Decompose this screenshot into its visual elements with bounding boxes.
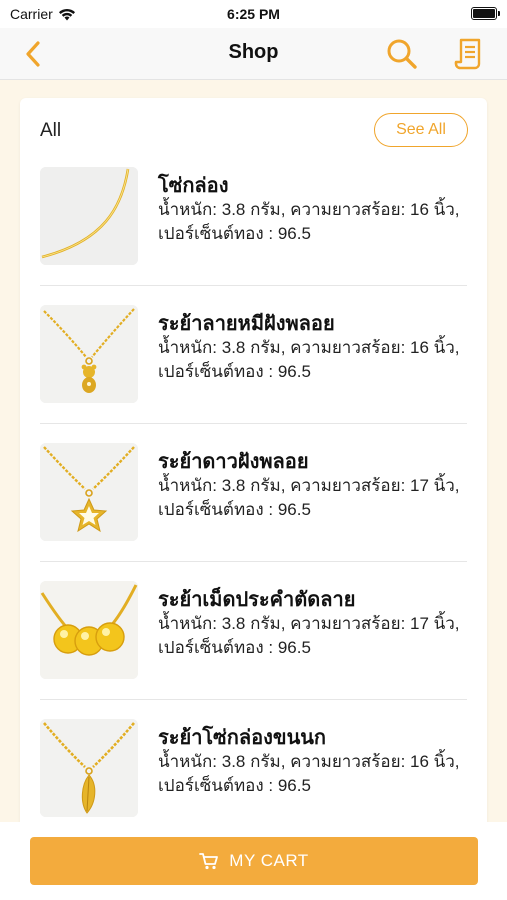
product-image	[40, 305, 138, 403]
product-details: น้ำหนัก: 3.8 กรัม, ความยาวสร้อย: 16 นิ้ว…	[158, 750, 460, 798]
my-cart-button[interactable]: MY CART	[30, 837, 478, 885]
product-gold-percent: เปอร์เซ็นต์ทอง : 96.5	[158, 638, 311, 657]
product-weight-length: น้ำหนัก: 3.8 กรัม, ความยาวสร้อย: 16 นิ้ว…	[158, 200, 460, 219]
battery-icon	[471, 7, 500, 20]
clock: 6:25 PM	[227, 6, 280, 22]
product-weight-length: น้ำหนัก: 3.8 กรัม, ความยาวสร้อย: 17 นิ้ว…	[158, 476, 460, 495]
divider	[40, 699, 467, 700]
product-details: น้ำหนัก: 3.8 กรัม, ความยาวสร้อย: 16 นิ้ว…	[158, 336, 460, 384]
product-image	[40, 719, 138, 817]
search-icon[interactable]	[384, 36, 420, 72]
receipt-icon[interactable]	[452, 36, 488, 72]
product-weight-length: น้ำหนัก: 3.8 กรัม, ความยาวสร้อย: 17 นิ้ว…	[158, 614, 460, 633]
divider	[40, 285, 467, 286]
product-name: ระย้าดาวฝังพลอย	[158, 451, 309, 473]
divider	[40, 423, 467, 424]
product-details: น้ำหนัก: 3.8 กรัม, ความยาวสร้อย: 17 นิ้ว…	[158, 612, 460, 660]
product-item[interactable]: ระย้าลายหมีฝังพลอย น้ำหนัก: 3.8 กรัม, คว…	[40, 305, 467, 443]
product-weight-length: น้ำหนัก: 3.8 กรัม, ความยาวสร้อย: 16 นิ้ว…	[158, 338, 460, 357]
product-name: โซ่กล่อง	[158, 175, 229, 197]
status-bar: Carrier 6:25 PM	[0, 0, 507, 28]
cart-bar: MY CART	[0, 822, 507, 900]
product-gold-percent: เปอร์เซ็นต์ทอง : 96.5	[158, 362, 311, 381]
section-title: All	[40, 120, 62, 141]
product-item[interactable]: ระย้าดาวฝังพลอย น้ำหนัก: 3.8 กรัม, ความย…	[40, 443, 467, 581]
product-item[interactable]: ระย้าเม็ดประคำตัดลาย น้ำหนัก: 3.8 กรัม, …	[40, 581, 467, 719]
divider	[40, 561, 467, 562]
product-image	[40, 443, 138, 541]
navigation-bar: Shop	[0, 28, 507, 80]
product-list-card: All See All โซ่กล่อง น้ำหนัก: 3.8 กรัม, …	[20, 98, 487, 838]
page-title: Shop	[228, 41, 279, 63]
product-gold-percent: เปอร์เซ็นต์ทอง : 96.5	[158, 224, 311, 243]
product-name: ระย้าลายหมีฝังพลอย	[158, 313, 335, 335]
product-gold-percent: เปอร์เซ็นต์ทอง : 96.5	[158, 776, 311, 795]
product-details: น้ำหนัก: 3.8 กรัม, ความยาวสร้อย: 17 นิ้ว…	[158, 474, 460, 522]
product-weight-length: น้ำหนัก: 3.8 กรัม, ความยาวสร้อย: 16 นิ้ว…	[158, 752, 460, 771]
see-all-button[interactable]: See All	[374, 113, 468, 147]
product-name: ระย้าโซ่กล่องขนนก	[158, 727, 327, 749]
product-image	[40, 167, 138, 265]
product-name: ระย้าเม็ดประคำตัดลาย	[158, 589, 356, 611]
product-item[interactable]: โซ่กล่อง น้ำหนัก: 3.8 กรัม, ความยาวสร้อย…	[40, 167, 467, 305]
product-details: น้ำหนัก: 3.8 กรัม, ความยาวสร้อย: 16 นิ้ว…	[158, 198, 460, 246]
product-item[interactable]: ระย้าโซ่กล่องขนนก น้ำหนัก: 3.8 กรัม, ควา…	[40, 719, 467, 838]
my-cart-label: MY CART	[229, 851, 309, 870]
product-image	[40, 581, 138, 679]
cart-icon	[199, 853, 219, 870]
product-gold-percent: เปอร์เซ็นต์ทอง : 96.5	[158, 500, 311, 519]
